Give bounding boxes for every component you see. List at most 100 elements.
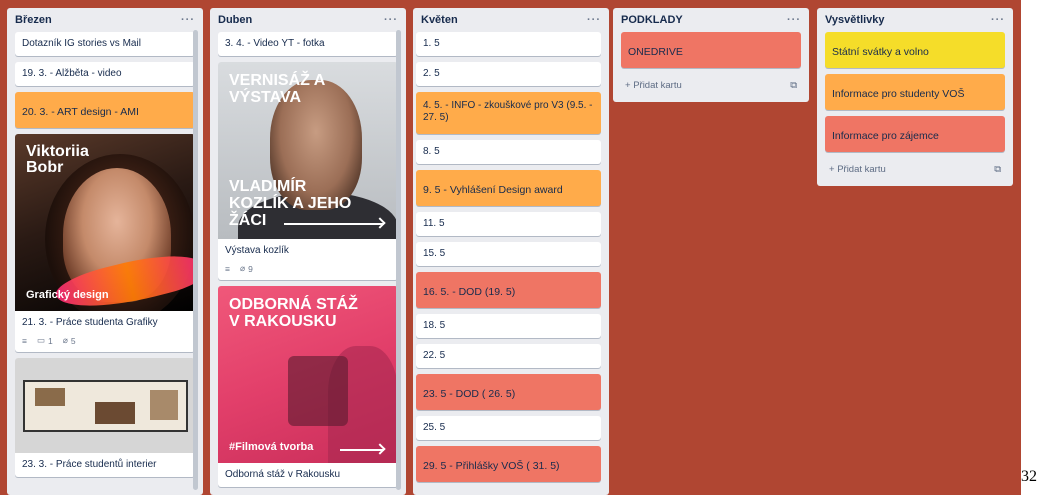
card[interactable]: 8. 5 xyxy=(416,140,601,164)
card[interactable]: 19. 3. - Alžběta - video xyxy=(15,62,195,86)
list-menu-icon[interactable]: ··· xyxy=(384,14,398,26)
plan-room xyxy=(95,402,135,424)
card-title: 11. 5 xyxy=(423,218,445,229)
add-card-text: Přidat kartu xyxy=(837,163,886,175)
card-cover-image: ODBORNÁ STÁŽ V RAKOUSKU #Filmová tvorba xyxy=(218,286,398,463)
comment-count: 1 xyxy=(48,335,53,346)
card-title: 20. 3. - ART design - AMI xyxy=(22,106,139,118)
card-badges: ≡ ▭ 1 ⌀ 5 xyxy=(15,335,195,352)
card-title: Dotazník IG stories vs Mail xyxy=(22,38,141,49)
cover-title: Viktoriia Bobr xyxy=(26,144,89,176)
card-title: 19. 3. - Alžběta - video xyxy=(22,68,122,79)
card[interactable]: Viktoriia Bobr Grafický design 21. 3. - … xyxy=(15,134,195,352)
card-title: 1. 5 xyxy=(423,38,440,49)
card[interactable]: 2. 5 xyxy=(416,62,601,86)
cover-caption: #Filmová tvorba xyxy=(229,441,314,453)
card-badges: ≡ ⌀ 9 xyxy=(218,263,398,280)
card[interactable]: 11. 5 xyxy=(416,212,601,236)
list-header[interactable]: Květen ··· xyxy=(413,8,609,32)
list-menu-icon[interactable]: ··· xyxy=(181,14,195,26)
cover-subtitle-line: VLADIMÍR xyxy=(229,178,307,195)
attachments-badge: ⌀ 5 xyxy=(63,335,76,346)
card-title: 4. 5. - INFO - zkouškové pro V3 (9.5. - … xyxy=(423,100,593,123)
list-scrollbar[interactable] xyxy=(193,30,198,490)
paperclip-icon: ⌀ xyxy=(62,335,68,345)
board: Březen ··· Dotazník IG stories vs Mail 1… xyxy=(0,0,1021,495)
card[interactable]: ONEDRIVE xyxy=(621,32,801,68)
cover-title-line: Viktoriia xyxy=(26,143,89,160)
card[interactable]: 25. 5 xyxy=(416,416,601,440)
cover-title: VERNISÁŽ A VÝSTAVA xyxy=(229,72,325,106)
card-cover-image: VERNISÁŽ A VÝSTAVA VLADIMÍR KOZLÍK A JEH… xyxy=(218,62,398,239)
list-header[interactable]: Vysvětlivky ··· xyxy=(817,8,1013,32)
cover-subtitle-line: ŽÁCI xyxy=(229,212,267,229)
card[interactable]: ODBORNÁ STÁŽ V RAKOUSKU #Filmová tvorba … xyxy=(218,286,398,487)
plan-room xyxy=(35,388,65,406)
card[interactable]: 16. 5. - DOD (19. 5) xyxy=(416,272,601,308)
comments-badge: ▭ 1 xyxy=(37,335,53,346)
card[interactable]: 4. 5. - INFO - zkouškové pro V3 (9.5. - … xyxy=(416,92,601,134)
card-title: 15. 5 xyxy=(423,248,446,259)
card[interactable]: Státní svátky a volno xyxy=(825,32,1005,68)
list-title[interactable]: Květen xyxy=(421,14,458,26)
card-title: 21. 3. - Práce studenta Grafiky xyxy=(22,317,158,328)
add-card-label: + Přidat kartu xyxy=(829,163,886,175)
cover-title-line: Bobr xyxy=(26,159,64,176)
card[interactable]: 15. 5 xyxy=(416,242,601,266)
add-card-button[interactable]: + Přidat kartu ⧉ xyxy=(621,74,801,96)
card-title: 16. 5. - DOD (19. 5) xyxy=(423,286,516,298)
card-title: 23. 3. - Práce studentů interier xyxy=(22,459,157,470)
card-template-icon[interactable]: ⧉ xyxy=(790,80,797,91)
cover-title-line: V RAKOUSKU xyxy=(229,313,337,330)
attachments-badge: ⌀ 9 xyxy=(240,263,253,274)
card[interactable]: Informace pro zájemce xyxy=(825,116,1005,152)
list-header[interactable]: PODKLADY ··· xyxy=(613,8,809,32)
card-title: 18. 5 xyxy=(423,320,446,331)
card-title: 22. 5 xyxy=(423,350,446,361)
cover-title: ODBORNÁ STÁŽ V RAKOUSKU xyxy=(229,296,358,330)
card[interactable]: Dotazník IG stories vs Mail xyxy=(15,32,195,56)
cover-subtitle-line: KOZLÍK A JEHO xyxy=(229,195,352,212)
list-title[interactable]: Duben xyxy=(218,14,252,26)
list-title[interactable]: Vysvětlivky xyxy=(825,14,885,26)
card-title: Státní svátky a volno xyxy=(832,46,929,58)
list-scrollbar[interactable] xyxy=(396,30,401,490)
card[interactable]: Informace pro studenty VOŠ xyxy=(825,74,1005,110)
card[interactable]: 18. 5 xyxy=(416,314,601,338)
card[interactable]: VERNISÁŽ A VÝSTAVA VLADIMÍR KOZLÍK A JEH… xyxy=(218,62,398,280)
add-card-button[interactable]: + Přidat kartu ⧉ xyxy=(825,158,1005,180)
floor-plan xyxy=(23,380,188,432)
card-template-icon[interactable]: ⧉ xyxy=(994,164,1001,175)
list-duben: Duben ··· 3. 4. - Video YT - fotka VERNI… xyxy=(210,8,406,495)
cover-title-line: ODBORNÁ STÁŽ xyxy=(229,296,358,313)
card[interactable]: 23. 3. - Práce studentů interier xyxy=(15,358,195,477)
card[interactable]: 29. 5 - Přihlášky VOŠ ( 31. 5) xyxy=(416,446,601,482)
list-menu-icon[interactable]: ··· xyxy=(787,14,801,26)
cover-caption: Grafický design xyxy=(26,289,109,301)
list-header[interactable]: Březen ··· xyxy=(7,8,203,32)
card-title: 8. 5 xyxy=(423,146,440,157)
card-cover-image xyxy=(15,358,195,453)
arrow-right-icon xyxy=(284,223,384,225)
list-header[interactable]: Duben ··· xyxy=(210,8,406,32)
list-title[interactable]: Březen xyxy=(15,14,52,26)
cover-title-line: VERNISÁŽ A xyxy=(229,72,326,89)
card[interactable]: 1. 5 xyxy=(416,32,601,56)
list-menu-icon[interactable]: ··· xyxy=(587,14,601,26)
description-icon: ≡ xyxy=(22,335,27,346)
card[interactable]: 3. 4. - Video YT - fotka xyxy=(218,32,398,56)
card[interactable]: 20. 3. - ART design - AMI xyxy=(15,92,195,128)
list-brezen: Březen ··· Dotazník IG stories vs Mail 1… xyxy=(7,8,203,495)
add-card-text: Přidat kartu xyxy=(633,79,682,91)
list-title[interactable]: PODKLADY xyxy=(621,14,683,26)
card[interactable]: 22. 5 xyxy=(416,344,601,368)
card[interactable]: 23. 5 - DOD ( 26. 5) xyxy=(416,374,601,410)
attachment-count: 9 xyxy=(248,263,253,274)
card-title: Výstava kozlík xyxy=(225,245,289,256)
card-title: Informace pro studenty VOŠ xyxy=(832,88,965,100)
card[interactable]: 9. 5 - Vyhlášení Design award xyxy=(416,170,601,206)
page-number: 32 xyxy=(1021,468,1037,485)
card-title: 3. 4. - Video YT - fotka xyxy=(225,38,325,49)
list-menu-icon[interactable]: ··· xyxy=(991,14,1005,26)
card-title: 25. 5 xyxy=(423,422,446,433)
